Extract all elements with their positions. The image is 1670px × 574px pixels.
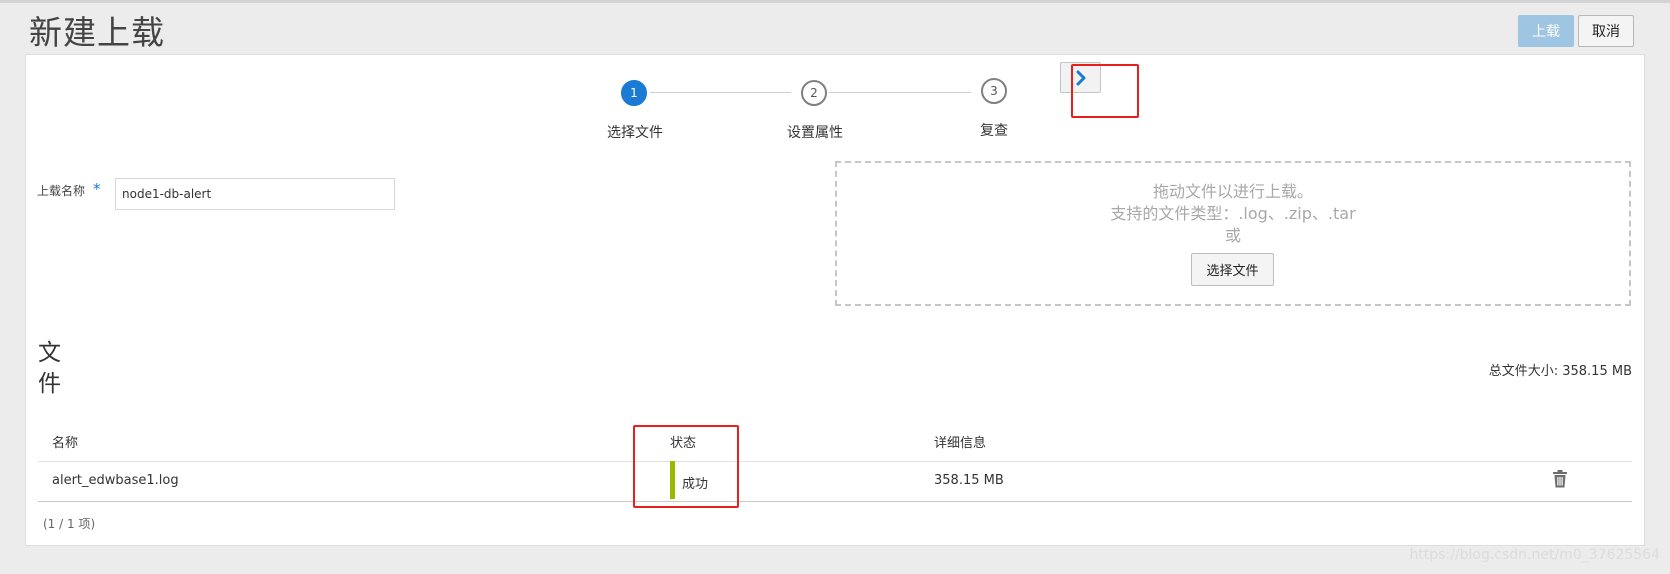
choose-file-button[interactable]: 选择文件 xyxy=(1191,253,1274,286)
file-name-cell: alert_edwbase1.log xyxy=(52,473,179,488)
cancel-button[interactable]: 取消 xyxy=(1578,15,1634,47)
step-2-number: 2 xyxy=(810,86,818,100)
file-status-cell: 成功 xyxy=(682,477,709,492)
upload-name-input[interactable] xyxy=(115,178,395,210)
header-divider xyxy=(38,461,1632,462)
next-step-button[interactable] xyxy=(1060,62,1101,93)
step-3-label: 复查 xyxy=(980,123,1008,139)
table-bottom-divider xyxy=(38,501,1632,502)
page-title: 新建上载 xyxy=(29,13,165,52)
column-header-name[interactable]: 名称 xyxy=(52,432,78,451)
column-header-detail[interactable]: 详细信息 xyxy=(934,432,986,451)
file-detail-cell: 358.15 MB xyxy=(934,473,1004,488)
column-header-status[interactable]: 状态 xyxy=(670,432,696,451)
train-connector-1 xyxy=(650,92,791,93)
pagination-info: (1 / 1 项) xyxy=(43,517,96,531)
top-border xyxy=(0,0,1670,3)
total-file-size: 总文件大小: 358.15 MB xyxy=(1488,364,1632,379)
watermark: https://blog.csdn.net/m0_37625564 xyxy=(1409,547,1660,563)
required-marker: * xyxy=(93,180,101,198)
files-heading-char-2: 件 xyxy=(38,371,61,397)
step-1-indicator[interactable]: 1 xyxy=(621,80,647,106)
status-success-indicator xyxy=(670,461,675,499)
step-2-indicator[interactable]: 2 xyxy=(801,80,827,106)
dropzone-file-types: 支持的文件类型：.log、.zip、.tar xyxy=(1110,204,1356,223)
step-2-label: 设置属性 xyxy=(787,125,843,141)
step-3-indicator[interactable]: 3 xyxy=(981,78,1007,104)
trash-icon[interactable] xyxy=(1552,470,1568,488)
chevron-right-icon xyxy=(1076,70,1085,85)
upload-name-label: 上载名称 xyxy=(37,184,86,198)
dropzone-or: 或 xyxy=(1224,226,1241,245)
dropzone-instruction: 拖动文件以进行上载。 xyxy=(1152,182,1313,201)
step-1-label: 选择文件 xyxy=(607,125,663,141)
step-3-number: 3 xyxy=(990,84,998,98)
files-heading-char-1: 文 xyxy=(38,340,61,366)
step-1-number: 1 xyxy=(630,86,638,100)
upload-button[interactable]: 上载 xyxy=(1518,15,1574,47)
train-connector-2 xyxy=(829,92,971,93)
files-heading: 文 件 xyxy=(38,338,68,400)
